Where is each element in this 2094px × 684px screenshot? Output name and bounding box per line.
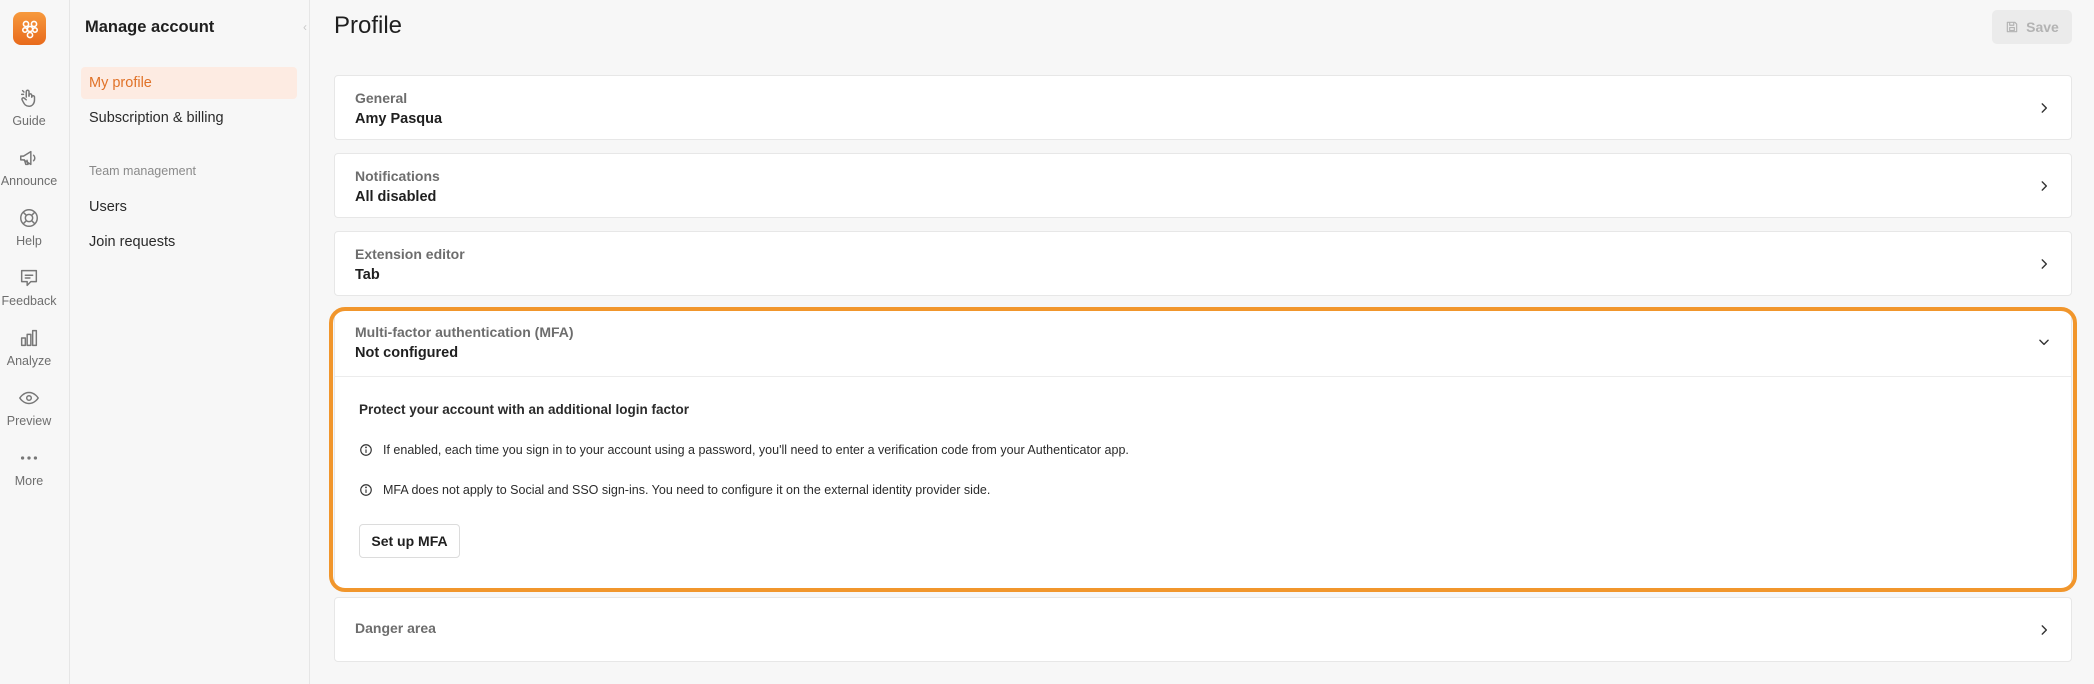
sidebar-title: Manage account: [85, 18, 215, 36]
chevron-down-icon[interactable]: [2037, 335, 2051, 349]
rail-item-analyze[interactable]: Analyze: [0, 327, 58, 368]
card-label: Danger area: [355, 620, 436, 636]
collapse-sidebar-icon[interactable]: ‹: [303, 20, 307, 34]
grape-logo-icon: [21, 20, 38, 38]
setup-mfa-button[interactable]: Set up MFA: [359, 524, 460, 558]
chevron-right-icon: [2041, 103, 2048, 113]
chevron-right-icon: [2041, 181, 2048, 191]
sidebar-item-users[interactable]: Users: [81, 191, 297, 223]
rail-label-preview: Preview: [6, 414, 52, 428]
app-logo[interactable]: [13, 12, 46, 45]
rail-label-feedback: Feedback: [1, 294, 57, 308]
sidebar-item-label: Users: [89, 199, 127, 215]
page-title: Profile: [334, 12, 403, 39]
save-label: Save: [2026, 19, 2059, 35]
feedback-icon: [20, 269, 38, 287]
card-danger-area[interactable]: Danger area: [334, 597, 2072, 662]
sidebar-item-label: My profile: [89, 75, 152, 91]
card-label: Extension editor: [355, 246, 465, 262]
bar-chart-icon: [20, 329, 38, 347]
rail-item-announce[interactable]: Announce: [0, 147, 58, 188]
more-dots-icon: [20, 456, 38, 460]
rail-label-guide: Guide: [12, 114, 46, 128]
rail-item-preview[interactable]: Preview: [0, 387, 58, 428]
save-button[interactable]: Save: [1992, 10, 2072, 44]
chevron-right-icon: [2041, 625, 2048, 635]
rail-label-analyze: Analyze: [6, 354, 52, 368]
sidebar-item-label: Join requests: [89, 234, 176, 250]
sidebar-item-my-profile[interactable]: My profile: [81, 67, 297, 99]
chevron-right-icon: [2041, 259, 2048, 269]
rail-item-more[interactable]: More: [0, 447, 58, 488]
icon-rail: Guide Announce Help Feedback Analyze Pre…: [0, 0, 70, 684]
card-mfa: Multi-factor authentication (MFA) Not co…: [334, 309, 2072, 589]
card-extension-editor[interactable]: Extension editor Tab: [334, 231, 2072, 296]
account-sidebar: Manage account ‹ My profile Subscription…: [70, 0, 310, 684]
card-notifications[interactable]: Notifications All disabled: [334, 153, 2072, 218]
megaphone-icon: [20, 150, 36, 166]
rail-label-help: Help: [16, 234, 42, 248]
card-general[interactable]: General Amy Pasqua: [334, 75, 2072, 140]
hand-pointer-icon: [20, 89, 36, 107]
rail-item-feedback[interactable]: Feedback: [0, 267, 58, 308]
card-value: Amy Pasqua: [355, 111, 443, 127]
mfa-info-password: If enabled, each time you sign in to you…: [359, 443, 1129, 457]
mfa-info-text: MFA does not apply to Social and SSO sig…: [383, 483, 991, 497]
sidebar-item-subscription-billing[interactable]: Subscription & billing: [81, 102, 297, 134]
card-label: Multi-factor authentication (MFA): [355, 324, 574, 340]
card-label: General: [355, 90, 408, 106]
mfa-divider: [335, 376, 2071, 377]
eye-icon: [18, 391, 40, 405]
mfa-info-text: If enabled, each time you sign in to you…: [383, 443, 1129, 457]
card-value: Not configured: [355, 345, 459, 361]
rail-item-guide[interactable]: Guide: [0, 87, 58, 128]
lifebuoy-icon: [20, 209, 38, 227]
sidebar-item-label: Subscription & billing: [89, 110, 224, 126]
card-value: All disabled: [355, 189, 437, 205]
info-circle-icon: [360, 444, 372, 456]
card-label: Notifications: [355, 168, 440, 184]
mfa-info-sso: MFA does not apply to Social and SSO sig…: [359, 483, 990, 497]
rail-label-more: More: [14, 474, 44, 488]
sidebar-section-team-management: Team management: [89, 164, 197, 178]
sidebar-item-join-requests[interactable]: Join requests: [81, 226, 297, 258]
card-value: Tab: [355, 267, 380, 283]
rail-item-help[interactable]: Help: [0, 207, 58, 248]
mfa-heading: Protect your account with an additional …: [359, 402, 690, 417]
save-disk-icon: [2006, 21, 2018, 33]
info-circle-icon: [360, 484, 372, 496]
rail-label-announce: Announce: [0, 174, 58, 188]
